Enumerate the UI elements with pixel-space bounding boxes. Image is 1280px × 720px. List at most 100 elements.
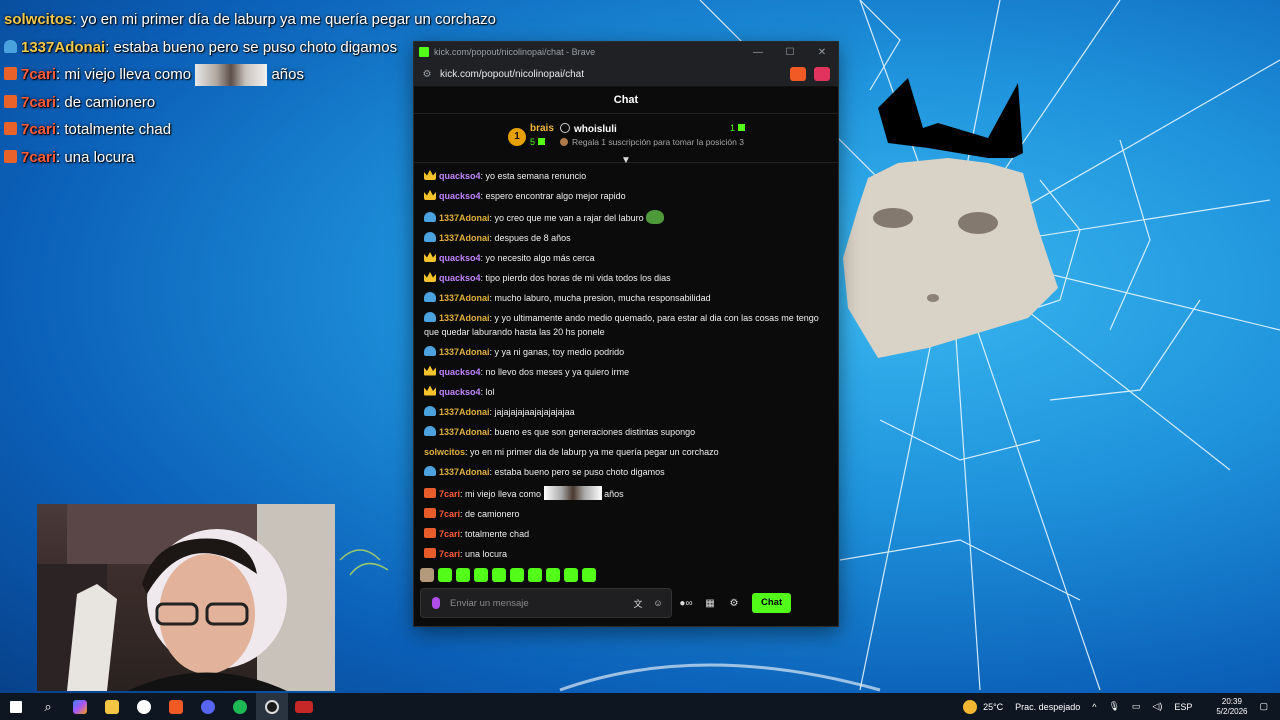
chat-message: 1337Adonai: despues de 8 años (414, 229, 834, 249)
emote-kick-icon[interactable] (492, 568, 506, 582)
brave-shields-icon[interactable] (790, 67, 806, 81)
address-bar[interactable]: ⚙ kick.com/popout/nicolinopai/chat (414, 62, 838, 87)
leaderboard-second-name[interactable]: whoisluli (560, 123, 617, 135)
system-tray: 25°C Prac. despejado ^ 🎙 ▭ ◁) ESP 20:39 … (963, 693, 1280, 720)
search-icon: ⌕ (44, 698, 52, 714)
chat-header: Chat (414, 87, 838, 114)
chat-message: 7cari: mi viejo lleva como años (414, 483, 834, 505)
chat-message: solwcitos: yo en mi primer dia de laburp… (414, 443, 834, 463)
maximize-button[interactable]: ☐ (774, 47, 806, 58)
minimize-button[interactable]: — (742, 47, 774, 58)
overlay-message-text: : una locura (56, 148, 135, 166)
overlay-chat-line: 7cari: totalmente chad (4, 116, 424, 144)
leaderboard-first-name[interactable]: brais (530, 123, 554, 134)
kick-logo-icon (419, 47, 429, 57)
notifications-icon[interactable]: ▢ (1259, 701, 1268, 712)
subscriber-badge-icon (424, 465, 436, 476)
taskbar-app[interactable] (288, 693, 320, 720)
kicks-icon[interactable]: ●∞ (676, 598, 696, 609)
crown-badge-icon (424, 272, 436, 282)
windows-logo-icon (10, 700, 22, 713)
chat-username[interactable]: solwcitos (424, 447, 465, 457)
start-button[interactable] (0, 693, 32, 720)
scroll-down-arrow-icon[interactable]: ▼ (621, 155, 631, 166)
chat-username[interactable]: 1337Adonai (439, 347, 490, 357)
emote-kick-icon[interactable] (546, 568, 560, 582)
webcam-feed (37, 504, 335, 691)
chat-username[interactable]: quackso4 (439, 171, 481, 181)
second-name-text: whoisluli (574, 124, 617, 135)
chat-username[interactable]: 7cari (439, 489, 460, 499)
chat-username[interactable]: 7cari (439, 549, 460, 559)
crown-badge-icon (424, 365, 436, 376)
chevron-up-icon[interactable]: ^ (1092, 702, 1096, 712)
og-badge-icon (4, 67, 17, 80)
close-button[interactable]: ✕ (806, 47, 838, 58)
chat-username[interactable]: 1337Adonai (439, 233, 490, 243)
taskbar-app[interactable] (128, 693, 160, 720)
subscriber-badge-icon (4, 39, 17, 53)
emote-kick-icon[interactable] (582, 568, 596, 582)
chat-username[interactable]: 7cari (439, 529, 460, 539)
chat-message: 1337Adonai: jajajajajaajajajajajaa (414, 403, 834, 423)
chat-username[interactable]: quackso4 (439, 367, 481, 377)
chat-input[interactable]: Enviar un mensaje 文 ☺ (420, 588, 672, 618)
emote-kick-icon[interactable] (474, 568, 488, 582)
clock[interactable]: 20:39 5/2/2026 (1216, 697, 1247, 717)
chat-message-text: : una locura (460, 548, 508, 559)
overlay-username: 7cari (21, 66, 57, 83)
microphone-tray-icon[interactable]: 🎙 (1108, 701, 1119, 712)
microphone-icon[interactable] (432, 597, 440, 609)
site-settings-icon[interactable]: ⚙ (420, 69, 434, 80)
crown-badge-icon (424, 252, 436, 262)
send-chat-button[interactable]: Chat (752, 593, 792, 613)
weather-text[interactable]: Prac. despejado (1015, 702, 1080, 712)
chat-username[interactable]: 1337Adonai (439, 213, 490, 223)
emote-kick-icon[interactable] (456, 568, 470, 582)
chat-username[interactable]: 1337Adonai (439, 313, 490, 323)
taskbar-app[interactable] (96, 693, 128, 720)
network-icon[interactable]: ▭ (1132, 701, 1141, 712)
weather-sun-icon[interactable] (963, 699, 978, 714)
file-explorer-icon (105, 699, 119, 714)
taskbar-app[interactable] (256, 693, 288, 720)
emote-kick-icon[interactable] (510, 568, 524, 582)
chat-username[interactable]: quackso4 (439, 273, 481, 283)
leaderboard-hint: Regala 1 suscripción para tomar la posic… (560, 137, 744, 147)
chat-input-placeholder[interactable]: Enviar un mensaje (450, 598, 631, 609)
chat-username[interactable]: 1337Adonai (439, 427, 490, 437)
chat-username[interactable]: 1337Adonai (439, 467, 490, 477)
search-button[interactable]: ⌕ (32, 693, 64, 720)
crown-badge-icon (424, 170, 436, 180)
temperature[interactable]: 25°C (983, 702, 1003, 712)
taskbar-app[interactable] (160, 693, 192, 720)
volume-icon[interactable]: ◁) (1152, 701, 1162, 712)
chat-username[interactable]: quackso4 (439, 191, 481, 201)
emoji-icon[interactable]: ☺ (651, 598, 665, 608)
emote-kick-icon[interactable] (528, 568, 542, 582)
emote-kick-icon[interactable] (438, 568, 452, 582)
settings-gear-icon[interactable]: ⚙ (724, 598, 744, 609)
language-indicator[interactable]: ESP (1174, 702, 1192, 712)
chat-message: quackso4: yo necesito algo más cerca (414, 249, 834, 269)
store-icon[interactable]: ▦ (700, 598, 720, 609)
chat-username[interactable]: quackso4 (439, 387, 481, 397)
translate-icon[interactable]: 文 (631, 597, 645, 610)
brave-rewards-icon[interactable] (814, 67, 830, 81)
chat-message-text: : yo creo que me van a rajar del laburo (489, 213, 644, 223)
cat-image (843, 78, 1058, 358)
emote-cat-icon[interactable] (420, 568, 434, 582)
gift-hint-icon (560, 138, 568, 146)
chat-username[interactable]: quackso4 (439, 253, 481, 263)
emote-kick-icon[interactable] (564, 568, 578, 582)
taskbar-app[interactable] (192, 693, 224, 720)
chat-username[interactable]: 1337Adonai (439, 407, 490, 417)
url-text[interactable]: kick.com/popout/nicolinopai/chat (440, 69, 790, 80)
chat-username[interactable]: 7cari (439, 509, 460, 519)
taskbar-app[interactable] (224, 693, 256, 720)
chat-message-text: : mucho laburo, mucha presion, mucha res… (489, 293, 711, 303)
obs-icon (265, 699, 279, 714)
chat-username[interactable]: 1337Adonai (439, 293, 490, 303)
chat-message-suffix: años (604, 488, 624, 499)
taskbar-app[interactable] (64, 693, 96, 720)
